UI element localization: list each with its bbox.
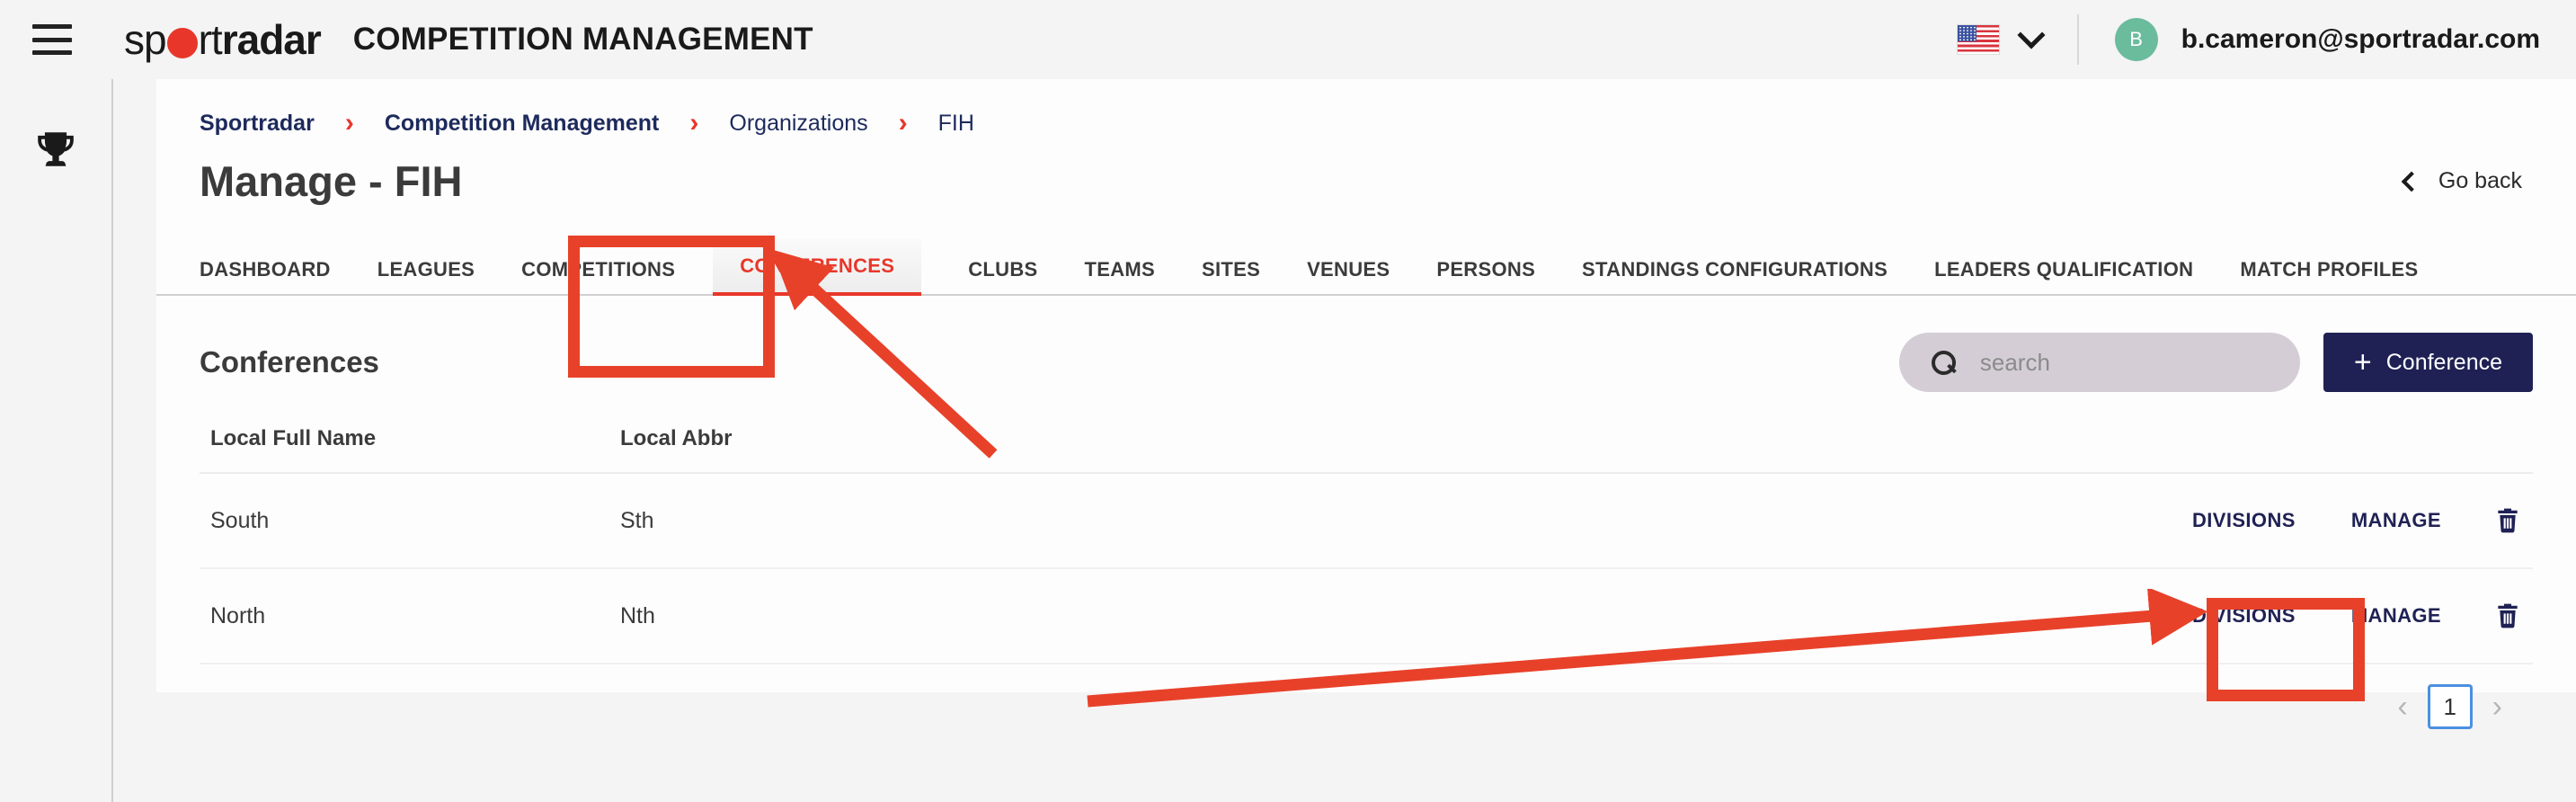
content-area: Sportradar › Competition Management › Or… (115, 79, 2576, 802)
tab-venues[interactable]: VENUES (1307, 258, 1390, 296)
breadcrumb-item-sportradar[interactable]: Sportradar (200, 111, 315, 137)
breadcrumb-separator-icon: › (689, 108, 699, 138)
tab-competitions[interactable]: COMPETITIONS (521, 258, 675, 296)
hamburger-bar (32, 37, 72, 42)
section-header: Conferences + Conference (156, 326, 2576, 398)
divisions-link[interactable]: DIVISIONS (2192, 509, 2296, 532)
tab-clubs[interactable]: CLUBS (968, 258, 1037, 296)
pagination-page-1[interactable]: 1 (2427, 684, 2473, 729)
manage-link[interactable]: MANAGE (2351, 604, 2441, 628)
breadcrumb-item-competition-management[interactable]: Competition Management (385, 111, 660, 137)
logo-dot-icon (166, 28, 198, 58)
pagination: ‹ 1 › (156, 664, 2576, 729)
tab-sites[interactable]: SITES (1202, 258, 1260, 296)
breadcrumb-item-fih: FIH (937, 110, 974, 136)
tab-standings-configurations[interactable]: STANDINGS CONFIGURATIONS (1582, 258, 1888, 296)
breadcrumb-separator-icon: › (898, 108, 908, 138)
breadcrumb: Sportradar › Competition Management › Or… (156, 79, 2576, 137)
go-back-label: Go back (2438, 168, 2522, 193)
tab-teams[interactable]: TEAMS (1085, 258, 1156, 296)
table-row[interactable]: North Nth DIVISIONS MANAGE (200, 569, 2533, 664)
avatar[interactable]: B (2114, 18, 2158, 61)
user-email[interactable]: b.cameron@sportradar.com (2181, 24, 2540, 55)
tab-leaders-qualification[interactable]: LEADERS QUALIFICATION (1934, 258, 2193, 296)
cell-local-abbr: Nth (620, 602, 655, 628)
add-conference-label: Conference (2385, 349, 2502, 375)
tab-dashboard[interactable]: DASHBOARD (200, 258, 331, 296)
manage-link[interactable]: MANAGE (2351, 509, 2441, 532)
tab-leagues[interactable]: LEAGUES (378, 258, 475, 296)
add-conference-button[interactable]: + Conference (2323, 333, 2533, 392)
conferences-table: Local Full Name Local Abbr South Sth DIV… (156, 405, 2576, 664)
trash-icon[interactable] (2493, 505, 2522, 536)
sportradar-logo[interactable]: sp rt radar COMPETITION MANAGEMENT (124, 15, 813, 64)
app-title: COMPETITION MANAGEMENT (352, 22, 813, 57)
search-input[interactable] (1979, 348, 2268, 377)
search-box[interactable] (1898, 333, 2300, 392)
page-title: Manage - FIH (200, 157, 463, 205)
column-header-local-full-name: Local Full Name (210, 426, 377, 450)
column-header-local-abbr: Local Abbr (620, 426, 733, 450)
breadcrumb-separator-icon: › (344, 108, 354, 138)
top-bar: sp rt radar COMPETITION MANAGEMENT B b.cam… (0, 0, 2576, 79)
app-root: sp rt radar COMPETITION MANAGEMENT B b.cam… (0, 0, 2576, 802)
logo-text: sp rt radar (124, 15, 322, 64)
cell-local-full-name: North (210, 602, 266, 628)
logo-sp: sp (124, 16, 167, 63)
tab-match-profiles[interactable]: MATCH PROFILES (2240, 258, 2418, 296)
go-back-button[interactable]: Go back (2401, 168, 2522, 194)
language-selector[interactable] (1956, 21, 2046, 55)
trash-icon[interactable] (2493, 601, 2522, 631)
tab-bar: DASHBOARD LEAGUES COMPETITIONS CONFERENC… (156, 236, 2576, 296)
table-row[interactable]: South Sth DIVISIONS MANAGE (200, 474, 2533, 569)
tab-conferences[interactable]: CONFERENCES (713, 238, 922, 296)
content-card: Sportradar › Competition Management › Or… (156, 79, 2576, 729)
pagination-next-button[interactable]: › (2473, 691, 2522, 722)
chevron-down-icon (2017, 21, 2046, 49)
hamburger-bar (32, 24, 72, 29)
title-row: Manage - FIH Go back (156, 137, 2576, 206)
logo-radar: radar (221, 16, 322, 63)
tab-persons[interactable]: PERSONS (1436, 258, 1535, 296)
breadcrumb-item-organizations[interactable]: Organizations (729, 111, 867, 137)
pagination-prev-button[interactable]: ‹ (2377, 691, 2427, 722)
plus-icon: + (2353, 345, 2372, 379)
table-header-row: Local Full Name Local Abbr (200, 405, 2533, 474)
chevron-left-icon (2401, 171, 2422, 192)
hamburger-menu-icon[interactable] (32, 24, 72, 55)
us-flag-icon (1956, 24, 2000, 55)
logo-rt: rt (198, 16, 223, 63)
cell-local-full-name: South (210, 507, 270, 533)
hamburger-bar (32, 50, 72, 55)
section-title: Conferences (200, 345, 379, 379)
top-bar-right: B b.cameron@sportradar.com (1956, 0, 2576, 79)
topbar-divider (2076, 14, 2079, 65)
left-rail (0, 79, 113, 802)
divisions-link[interactable]: DIVISIONS (2192, 604, 2296, 628)
trophy-icon[interactable] (30, 126, 82, 178)
cell-local-abbr: Sth (620, 507, 654, 533)
search-icon (1931, 351, 1956, 375)
row-actions: DIVISIONS MANAGE (2136, 601, 2533, 631)
row-actions: DIVISIONS MANAGE (2136, 505, 2533, 536)
